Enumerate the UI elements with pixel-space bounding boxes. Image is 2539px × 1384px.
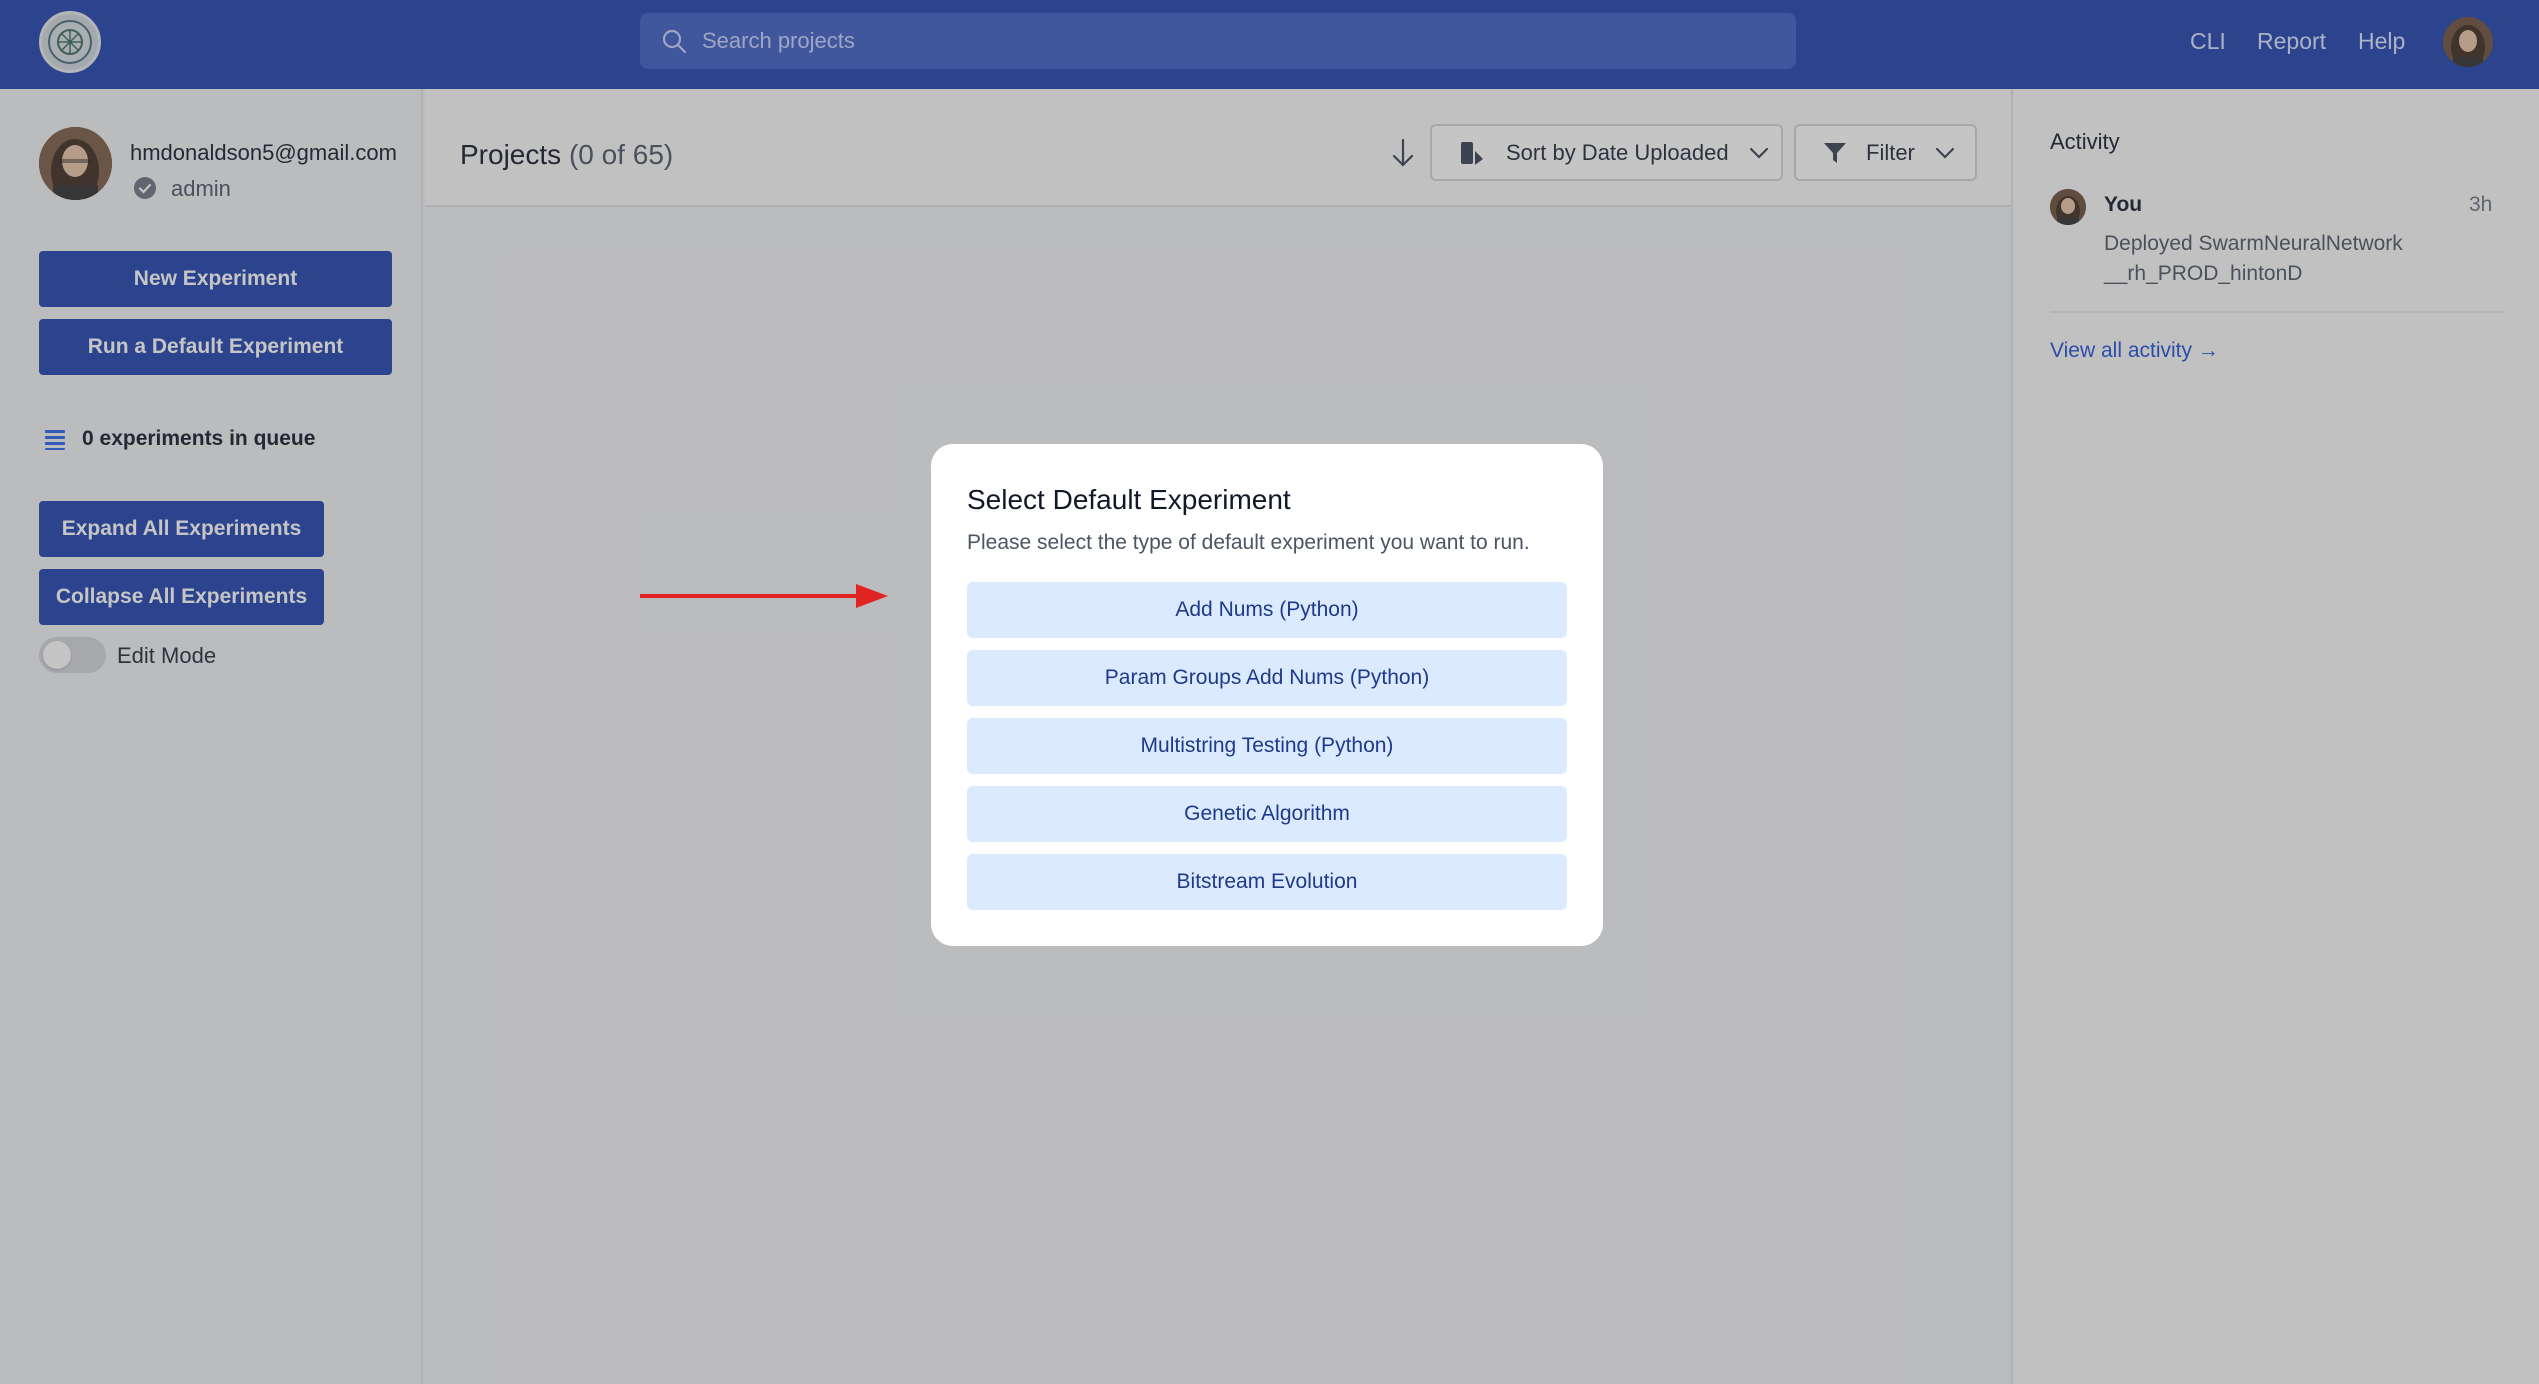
option-multistring-testing[interactable]: Multistring Testing (Python) (967, 718, 1567, 774)
option-param-groups-add-nums[interactable]: Param Groups Add Nums (Python) (967, 650, 1567, 706)
annotation-arrow-icon (640, 584, 888, 608)
dialog-title: Select Default Experiment (967, 484, 1291, 515)
option-genetic-algorithm[interactable]: Genetic Algorithm (967, 786, 1567, 842)
select-default-experiment-dialog: Select Default Experiment Please select … (931, 444, 1603, 946)
option-add-nums-python[interactable]: Add Nums (Python) (967, 582, 1567, 638)
option-bitstream-evolution[interactable]: Bitstream Evolution (967, 854, 1567, 910)
dialog-subtitle: Please select the type of default experi… (967, 531, 1530, 554)
